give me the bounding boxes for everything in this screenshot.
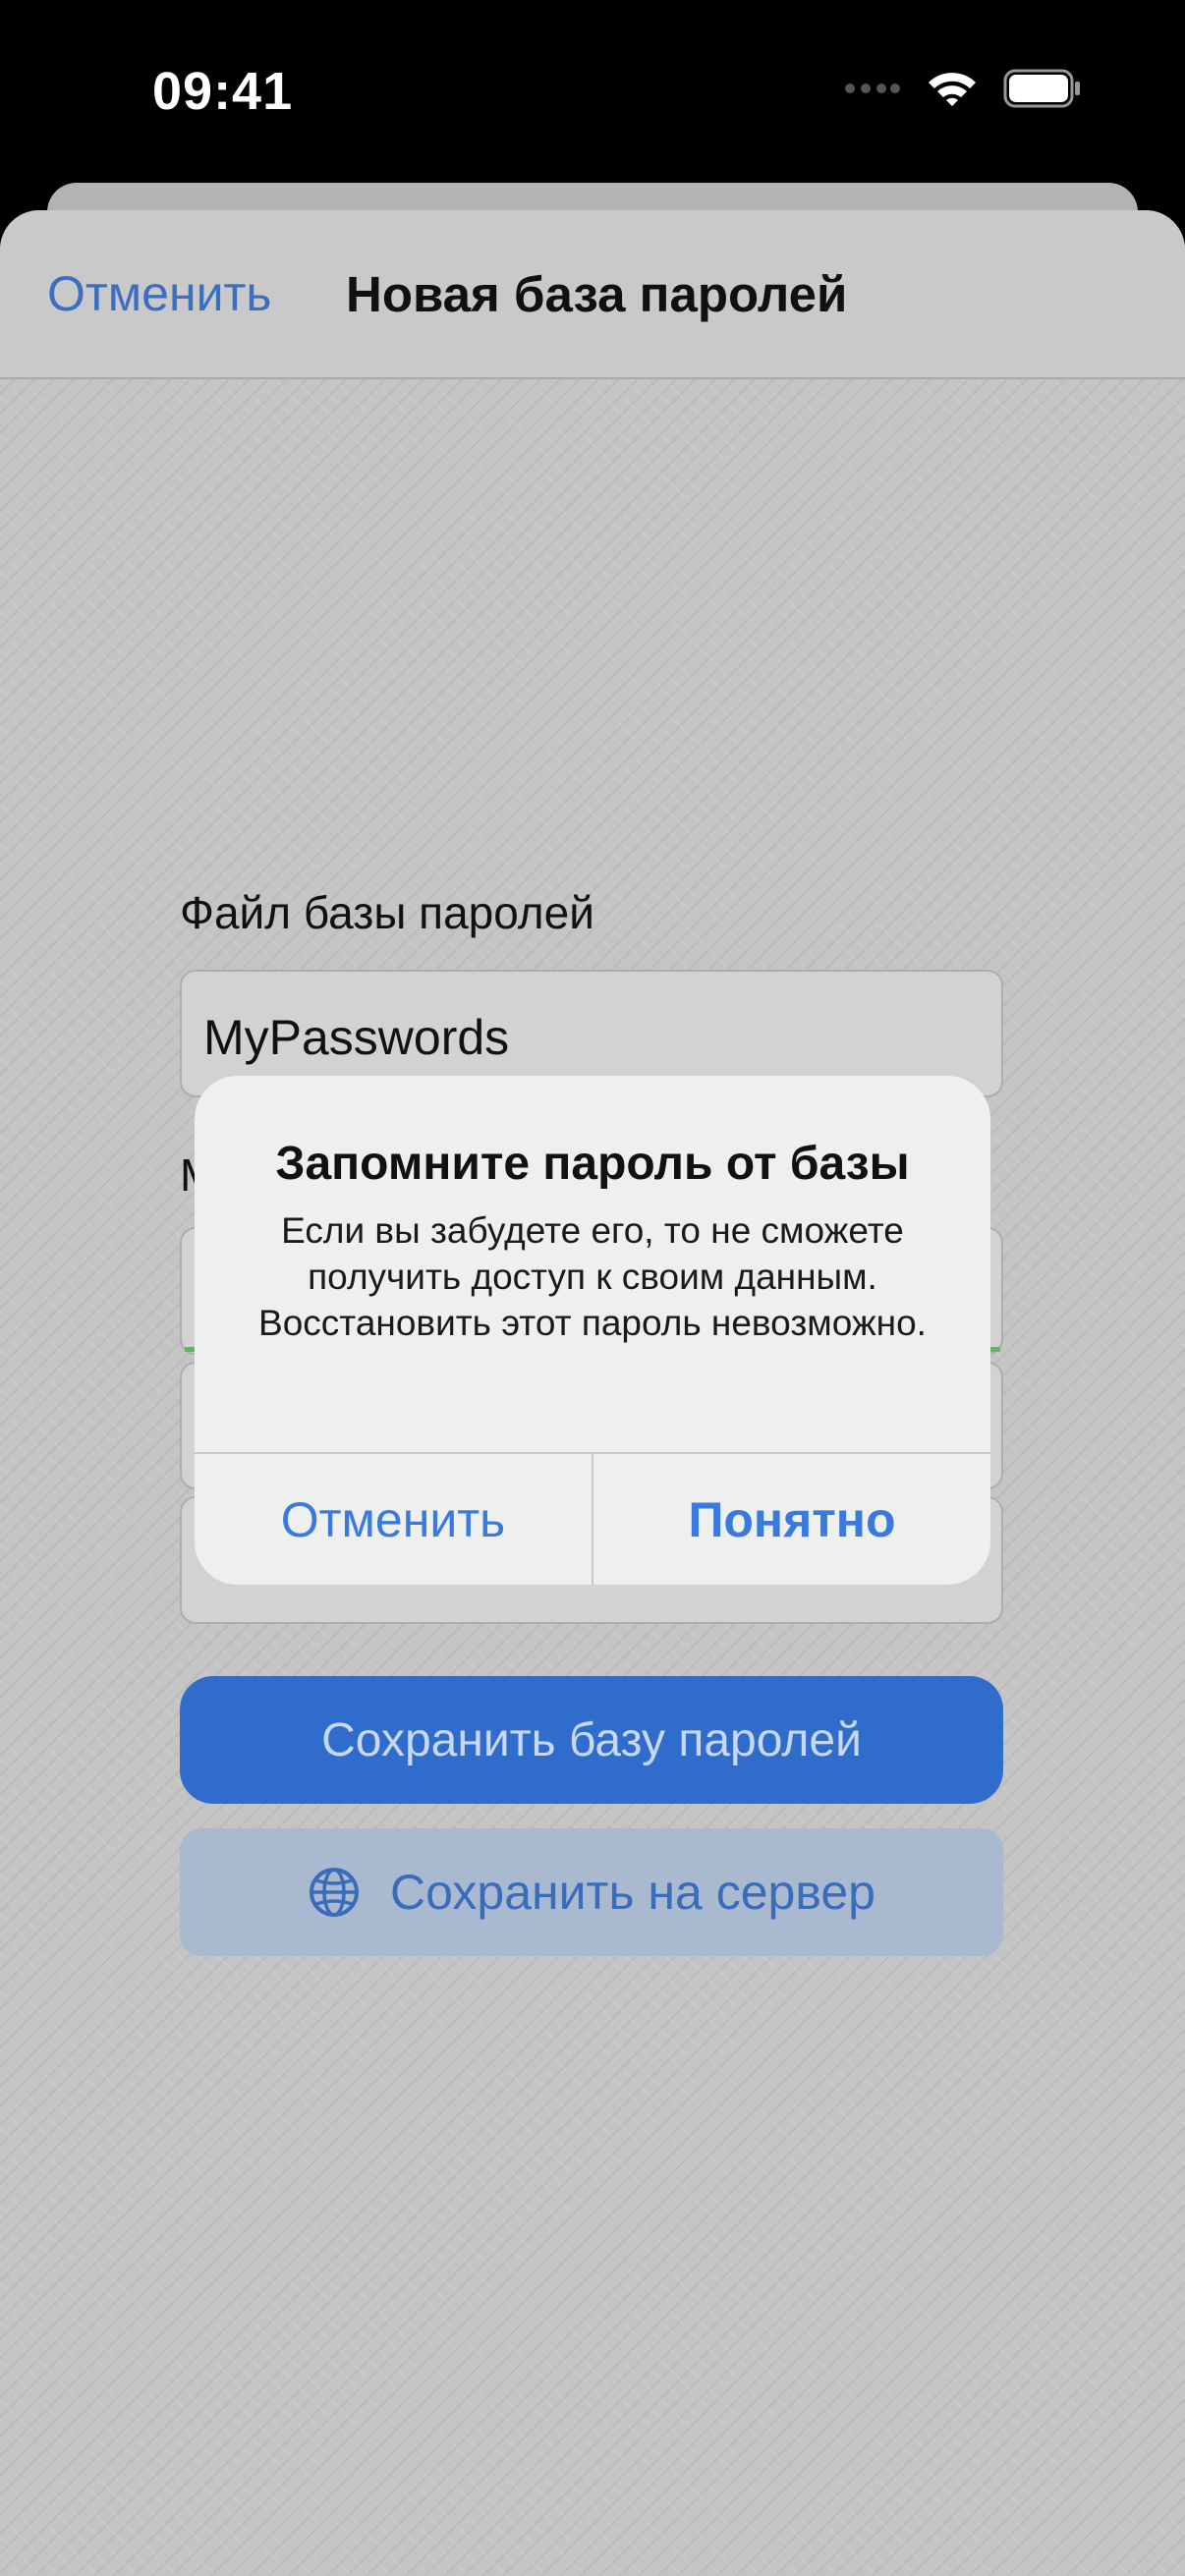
file-name-label: Файл базы паролей (180, 887, 594, 938)
nav-cancel-button[interactable]: Отменить (47, 265, 271, 322)
globe-icon (310, 1868, 360, 1917)
status-time: 09:41 (152, 62, 294, 121)
page-title: Новая база паролей (346, 266, 848, 322)
remember-password-alert: Запомните пароль от базы Если вы забудет… (195, 1076, 990, 1585)
status-bar: 09:41 (0, 0, 1185, 187)
save-to-server-label: Сохранить на сервер (390, 1865, 875, 1920)
file-name-value: MyPasswords (203, 1010, 510, 1065)
wifi-icon (929, 73, 976, 106)
alert-title: Запомните пароль от базы (275, 1138, 910, 1190)
cellular-signal-icon (845, 84, 900, 93)
battery-icon (1003, 69, 1080, 108)
save-database-button[interactable]: Сохранить базу паролей (180, 1676, 1003, 1804)
alert-ok-button[interactable]: Понятно (593, 1454, 990, 1585)
alert-cancel-button[interactable]: Отменить (195, 1454, 592, 1585)
status-icons (844, 69, 1082, 108)
save-to-server-button[interactable]: Сохранить на сервер (180, 1828, 1003, 1956)
alert-message: Если вы забудете его, то не сможете полу… (258, 1210, 927, 1343)
navigation-bar: Отменить Новая база паролей (0, 210, 1185, 379)
save-database-label: Сохранить базу паролей (321, 1713, 862, 1766)
